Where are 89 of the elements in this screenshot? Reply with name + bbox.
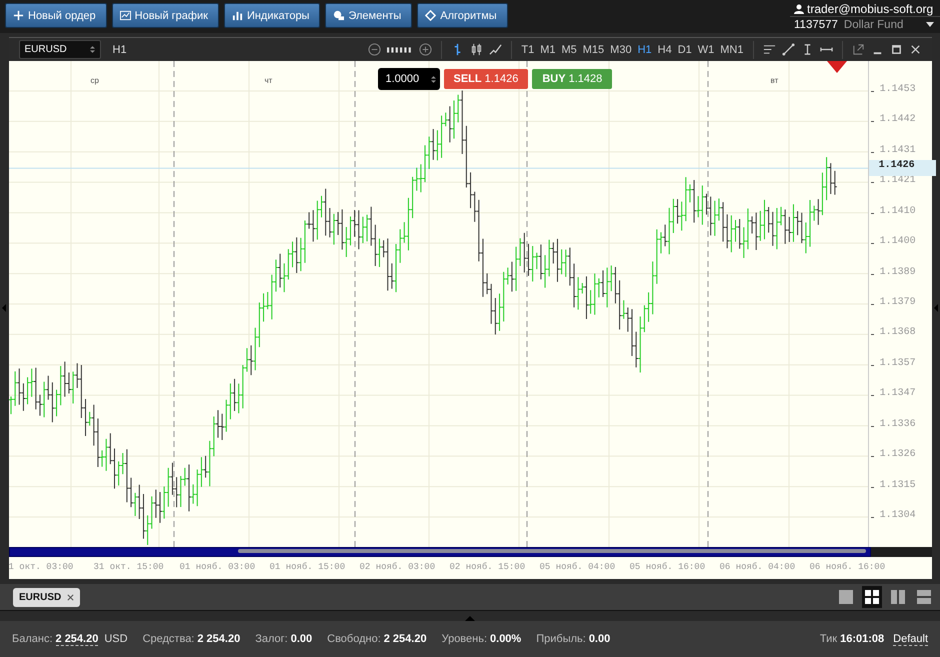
- price-label: 1.1453: [880, 84, 916, 95]
- tick-label: Тик: [820, 633, 838, 645]
- timeframe-tab[interactable]: MN1: [720, 44, 744, 56]
- balance-value[interactable]: 2 254.20: [56, 632, 98, 646]
- bar-chart-icon: [232, 10, 243, 21]
- toolbar-button[interactable]: Элементы: [325, 3, 412, 28]
- chart-period: H1: [112, 44, 127, 56]
- chart-scrollbar[interactable]: [8, 547, 870, 557]
- zoom-in-icon[interactable]: [419, 43, 432, 56]
- price-label: 1.1357: [880, 358, 916, 369]
- close-icon[interactable]: [908, 43, 922, 56]
- price-label: 1.1410: [880, 206, 916, 217]
- status-label: Залог:: [255, 633, 288, 645]
- status-label: Уровень:: [442, 633, 488, 645]
- user-icon: [794, 4, 804, 14]
- shapes-icon: [333, 10, 344, 21]
- price-label: 1.1442: [880, 114, 916, 126]
- spinner-icon[interactable]: [90, 45, 94, 54]
- zoom-scale-icon[interactable]: [387, 46, 414, 52]
- close-icon[interactable]: [67, 594, 74, 600]
- spinner-icon[interactable]: [430, 74, 436, 84]
- time-label: 05 нояб. 16:00: [630, 562, 706, 572]
- detach-icon[interactable]: [852, 43, 864, 56]
- status-label: Средства:: [142, 633, 194, 645]
- status-label: Прибыль:: [536, 633, 586, 645]
- chart-icon: [120, 10, 131, 21]
- trend-line-icon[interactable]: [782, 43, 794, 56]
- time-label: 02 нояб. 15:00: [450, 562, 526, 572]
- status-value: 0.00: [588, 633, 610, 645]
- diamond-icon: [425, 10, 436, 21]
- marker-triangle-icon: [826, 61, 846, 73]
- status-value: 2 254.20: [197, 633, 240, 645]
- chart-tab[interactable]: EURUSD: [13, 588, 80, 606]
- day-label: ср: [90, 76, 99, 85]
- current-price-label: 1.1426: [868, 160, 936, 176]
- day-label: вт: [770, 76, 778, 85]
- line-chart-icon[interactable]: [489, 43, 502, 56]
- time-label: 01 нояб. 03:00: [180, 562, 256, 572]
- day-label: чт: [264, 76, 272, 85]
- timeframe-tab[interactable]: H1: [638, 44, 652, 56]
- price-label: 1.1431: [880, 144, 916, 156]
- timeframe-tab[interactable]: M5: [561, 44, 577, 56]
- timeframe-tab[interactable]: W1: [698, 44, 714, 56]
- time-label: 06 нояб. 04:00: [720, 562, 796, 572]
- status-value: 0.00%: [490, 633, 522, 645]
- toolbar-button[interactable]: Новый график: [112, 3, 219, 28]
- price-label: 1.1368: [880, 327, 916, 338]
- account-email: trader@mobius-soft.org: [807, 2, 934, 16]
- price-label: 1.1315: [880, 480, 916, 491]
- toolbar-button[interactable]: Индикаторы: [224, 3, 320, 28]
- timeframe-tab[interactable]: M1: [540, 44, 556, 56]
- status-value: 0.00: [290, 633, 312, 645]
- status-value: 2 254.20: [384, 633, 427, 645]
- timeframe-tab[interactable]: T1: [521, 44, 534, 56]
- time-label: 02 нояб. 03:00: [360, 562, 436, 572]
- price-label: 1.1400: [880, 236, 916, 248]
- currency-label: USD: [104, 633, 128, 645]
- maximize-icon[interactable]: [890, 43, 902, 56]
- profile-select[interactable]: Default: [893, 632, 928, 646]
- symbol-select[interactable]: EURUSD: [18, 40, 100, 59]
- price-label: 1.1304: [880, 510, 916, 521]
- lot-field[interactable]: 1.0000: [378, 68, 440, 90]
- scrollbar-thumb[interactable]: [238, 549, 866, 553]
- candlestick-icon[interactable]: [470, 43, 484, 56]
- tick-time: 16:01:08: [840, 633, 884, 645]
- timeframe-tab[interactable]: D1: [678, 44, 692, 56]
- zoom-out-icon[interactable]: [368, 43, 382, 56]
- plus-icon: [13, 10, 24, 21]
- price-label: 1.1336: [880, 418, 916, 430]
- time-label: 01 нояб. 15:00: [270, 562, 346, 572]
- time-label: 06 нояб. 16:00: [810, 562, 886, 572]
- status-label: Свободно:: [327, 633, 381, 645]
- toolbar-button[interactable]: Новый ордер: [5, 3, 107, 28]
- toolbar-button[interactable]: Алгоритмы: [417, 3, 508, 28]
- account-selector[interactable]: 1137577 Dollar Fund: [790, 16, 940, 32]
- price-label: 1.1379: [880, 297, 916, 308]
- price-label: 1.1389: [880, 266, 916, 278]
- time-label: 05 нояб. 04:00: [540, 562, 616, 572]
- sell-button[interactable]: SELL 1.1426: [444, 69, 528, 89]
- time-label: 31 окт. 15:00: [94, 562, 164, 572]
- balance-label: Баланс:: [12, 633, 53, 645]
- timeframe-tab[interactable]: M15: [582, 44, 604, 56]
- timeframe-tab[interactable]: M30: [610, 44, 632, 56]
- time-label: 1 окт. 03:00: [8, 562, 74, 572]
- timeframe-tab[interactable]: H4: [658, 44, 672, 56]
- price-label: 1.1326: [880, 449, 916, 460]
- lines-icon[interactable]: [762, 43, 776, 56]
- price-label: 1.1347: [880, 388, 916, 400]
- grid-layout-button[interactable]: [862, 586, 882, 608]
